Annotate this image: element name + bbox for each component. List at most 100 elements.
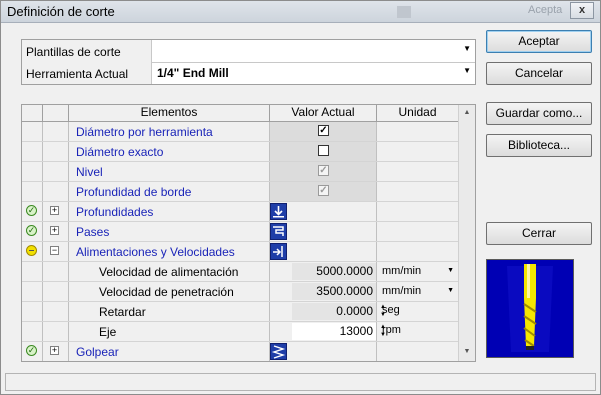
status-bar [5,373,596,391]
cancel-button[interactable]: Cancelar [486,62,592,85]
edge-depth-checkbox: ✓ [318,185,329,196]
grid-row-spindle[interactable]: Eje 13000 ▲ ▼ rpm [22,322,458,342]
row-expander-cell [43,122,69,141]
row-unit-cell [377,342,458,361]
row-label: Golpear [69,342,270,361]
header-elements: Elementos [69,105,270,121]
row-status-cell [22,262,43,281]
row-status-cell: ✓ [22,342,43,361]
row-value-cell [270,242,377,261]
background-window-button [397,6,411,18]
row-label: Profundidades [69,202,270,221]
end-mill-icon [487,260,573,357]
row-status-cell [22,182,43,201]
scroll-down-icon[interactable]: ▼ [461,345,473,359]
row-expander-cell [43,142,69,161]
feeds-speeds-icon[interactable] [270,243,287,260]
row-label: Alimentaciones y Velocidades [69,242,270,261]
row-unit-cell [377,142,458,161]
row-expander-cell [43,162,69,181]
expand-icon[interactable]: + [50,346,59,355]
expand-icon[interactable]: + [50,206,59,215]
grid-row-edge-depth[interactable]: Profundidad de borde ✓ [22,182,458,202]
row-value-cell [270,342,377,361]
parameters-grid: Elementos Valor Actual Unidad Diámetro p… [21,104,476,362]
scroll-up-icon[interactable]: ▲ [461,106,473,120]
row-label: Velocidad de penetración [69,282,270,301]
feed-rate-unit-select[interactable]: mm/min ▼ [382,263,457,280]
row-unit-cell [377,242,458,261]
level-checkbox: ✓ [318,165,329,176]
library-button[interactable]: Biblioteca... [486,134,592,157]
grid-row-exact-diameter[interactable]: Diámetro exacto [22,142,458,162]
dwell-input[interactable]: 0.0000 [292,303,376,320]
collapse-icon[interactable]: − [50,246,59,255]
row-label: Profundidad de borde [69,182,270,201]
close-window-button[interactable]: x [570,2,594,19]
grid-row-passes[interactable]: ✓ + Pases [22,222,458,242]
current-tool-label: Herramienta Actual [22,62,152,84]
title-bar: Definición de corte Acepta x [1,1,600,23]
row-label: Nivel [69,162,270,181]
window-title: Definición de corte [7,4,115,19]
combo-panel: Plantillas de corte ▼ Herramienta Actual… [21,39,476,85]
row-expander-cell: + [43,222,69,241]
row-expander-cell [43,262,69,281]
grid-row-depths[interactable]: ✓ + Profundidades [22,202,458,222]
plunge-rate-input[interactable]: 3500.0000 [292,283,376,300]
feed-rate-input[interactable]: 5000.0000 [292,263,376,280]
row-status-cell [22,142,43,161]
grid-row-feeds-speeds[interactable]: − Alimentaciones y Velocidades [22,242,458,262]
tap-icon[interactable] [270,343,287,360]
header-expander [43,105,69,121]
check-circle-icon: ✓ [26,345,37,356]
grid-row-dwell[interactable]: Retardar 0.0000 ▲ ▼ seg [22,302,458,322]
row-value-cell: ✓ [270,162,377,181]
save-as-button[interactable]: Guardar como... [486,102,592,125]
row-expander-cell [43,282,69,301]
row-expander-cell: + [43,342,69,361]
grid-row-feed-rate[interactable]: Velocidad de alimentación 5000.0000 mm/m… [22,262,458,282]
check-circle-icon: ✓ [26,225,37,236]
accept-button[interactable]: Aceptar [486,30,592,53]
cut-template-row: Plantillas de corte ▼ [22,40,475,63]
grid-row-plunge-rate[interactable]: Velocidad de penetración 3500.0000 mm/mi… [22,282,458,302]
passes-icon[interactable] [270,223,287,240]
grid-row-level[interactable]: Nivel ✓ [22,162,458,182]
plunge-rate-unit-select[interactable]: mm/min ▼ [382,283,457,300]
row-value-cell: ✓ [270,182,377,201]
check-circle-icon: ✓ [26,205,37,216]
row-status-cell [22,162,43,181]
row-label: Eje [69,322,270,341]
current-tool-select[interactable]: 1/4" End Mill [157,66,229,80]
chevron-down-icon[interactable]: ▼ [463,44,471,53]
warning-circle-icon [26,245,37,256]
tool-diameter-checkbox[interactable]: ✓ [318,125,329,136]
depth-icon[interactable] [270,203,287,220]
row-label: Velocidad de alimentación [69,262,270,281]
row-status-cell: ✓ [22,202,43,221]
grid-scrollbar[interactable]: ▲ ▼ [458,105,475,361]
row-status-cell [22,242,43,261]
row-expander-cell: − [43,242,69,261]
row-status-cell [22,282,43,301]
chevron-down-icon[interactable]: ▼ [447,263,454,279]
row-expander-cell [43,302,69,321]
row-expander-cell: + [43,202,69,221]
chevron-down-icon[interactable]: ▼ [447,283,454,299]
unit-label: seg [382,304,400,316]
grid-row-tap[interactable]: ✓ + Golpear [22,342,458,361]
spindle-input[interactable]: 13000 [292,323,376,340]
close-button[interactable]: Cerrar [486,222,592,245]
grid-row-tool-diameter[interactable]: Diámetro por herramienta ✓ [22,122,458,142]
row-status-cell [22,122,43,141]
row-value-cell: 13000 ▲ ▼ [270,322,386,341]
chevron-down-icon[interactable]: ▼ [463,66,471,75]
exact-diameter-checkbox[interactable] [318,145,329,156]
header-current-value: Valor Actual [270,105,377,121]
row-unit-cell [377,222,458,241]
expand-icon[interactable]: + [50,226,59,235]
current-tool-row: Herramienta Actual 1/4" End Mill ▼ [22,62,475,84]
row-value-cell [270,202,377,221]
row-label: Pases [69,222,270,241]
